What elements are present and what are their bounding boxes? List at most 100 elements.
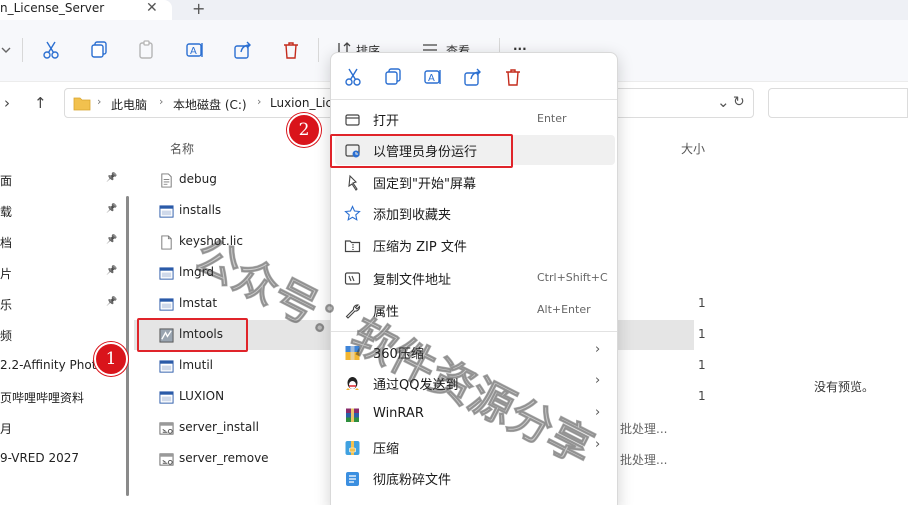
sidebar-item[interactable]: 面 [0,172,12,189]
context-menu-item[interactable]: 360压缩 › [335,337,615,367]
step-badge-1: 1 [94,342,128,376]
sidebar-item[interactable]: 载 [0,203,12,220]
blank-file-icon [161,235,172,250]
context-menu-label: 压缩 [373,442,400,457]
pin-icon[interactable]: 📌 [106,173,117,183]
context-menu-item[interactable]: 固定到"开始"屏幕 [335,167,615,197]
context-menu-item[interactable]: 压缩 › [335,432,615,462]
file-size: 1 [698,327,706,341]
file-name: installs [179,203,222,217]
compress-icon [345,441,360,455]
file-name: LUXION [179,389,225,403]
cut-icon[interactable] [41,40,61,60]
context-menu-item[interactable]: 复制文件地址 Ctrl+Shift+C [335,263,615,293]
pin-icon[interactable]: 📌 [106,204,117,214]
breadcrumb-separator: › [97,95,102,108]
context-menu-label: 打开 [373,114,400,129]
context-menu-shortcut: Alt+Enter [537,303,591,316]
share-icon[interactable] [233,40,253,60]
window-file-icon [159,298,174,311]
breadcrumb-this-pc[interactable]: 此电脑 [111,96,147,113]
sidebar-item[interactable]: 9-VRED 2027 [0,451,79,465]
context-menu-label: 属性 [373,305,400,320]
step-badge-2: 2 [287,113,321,147]
context-menu-shortcut: Ctrl+Shift+C [537,271,608,284]
column-header-size[interactable]: 大小 [681,140,705,157]
file-name: server_install [179,420,259,434]
chevron-right-icon: › [595,405,601,420]
context-menu-label: 通过QQ发送到 [373,378,459,393]
context-menu-shortcut: Enter [537,112,567,125]
context-menu-item[interactable]: 属性 Alt+Enter [335,295,615,325]
new-tab-button[interactable]: + [192,0,205,18]
copy-icon[interactable] [383,67,403,87]
file-type: 批处理... [620,453,668,467]
cut-icon[interactable] [343,67,363,87]
sidebar-item[interactable]: 乐 [0,296,12,313]
chevron-down-icon[interactable] [0,40,20,60]
menu-divider [331,99,617,100]
pin-icon[interactable]: 📌 [106,297,117,307]
context-menu-label: WinRAR [373,406,424,421]
sidebar-item[interactable]: 档 [0,234,12,251]
paste-icon[interactable] [137,40,157,60]
rename-icon[interactable]: A [185,40,205,60]
tab-active[interactable]: n_License_Server ✕ [0,0,172,20]
preview-empty-text: 没有预览。 [814,380,875,394]
pin-icon[interactable]: 📌 [106,235,117,245]
delete-icon[interactable] [281,40,301,60]
zip-folder-icon [344,240,361,253]
highlight-box-lmtools [137,318,248,352]
up-arrow-icon[interactable]: ↑ [34,94,47,112]
pin-icon[interactable]: 📌 [106,266,117,276]
sidebar-item[interactable]: 片 [0,265,12,282]
column-header-name[interactable]: 名称 [170,140,194,157]
sidebar-item[interactable]: 频 [0,327,12,344]
sidebar-item[interactable]: 页哔哩哔哩资料 [0,389,84,406]
sidebar-item[interactable]: 月 [0,420,12,437]
context-menu-item[interactable]: 彻底粉碎文件 [335,463,615,493]
360-zip-icon [345,346,360,360]
star-icon [344,205,361,221]
breadcrumb-local-disk[interactable]: 本地磁盘 (C:) [173,96,247,113]
context-menu-item[interactable]: WinRAR › [335,400,615,430]
winrar-icon [346,408,359,422]
tab-title: n_License_Server [0,1,105,15]
refresh-icon[interactable]: ↻ [733,94,745,110]
context-menu-label: 固定到"开始"屏幕 [373,177,476,192]
toolbar-divider [22,38,23,62]
context-menu-item[interactable]: 通过QQ发送到 › [335,368,615,398]
scrollbar[interactable] [126,196,129,496]
text-file-icon [161,173,172,188]
window-file-icon [159,205,174,218]
context-menu-label: 360压缩 [373,347,424,362]
context-menu-item[interactable]: 压缩为 ZIP 文件 [335,230,615,260]
context-menu-item[interactable]: 打开 Enter [335,104,615,134]
chevron-right-icon: › [595,373,601,388]
share-icon[interactable] [463,67,483,87]
context-menu-label: 复制文件地址 [373,273,452,288]
file-name: debug [179,172,217,186]
folder-icon [73,97,91,111]
context-menu-item[interactable]: 添加到收藏夹 [335,198,615,228]
copy-path-icon [344,272,361,285]
tab-close-icon[interactable]: ✕ [146,0,158,16]
back-arrow-icon[interactable]: › [4,94,10,112]
file-type: 批处理... [620,422,668,436]
dropdown-icon[interactable]: ⌄ [717,93,730,111]
context-menu-label: 彻底粉碎文件 [373,473,452,488]
navigation-pane: 面 📌 载 📌 档 📌 片 📌 乐 📌 频 2.2-Affinity Photo 2 页哔哩哔哩资料月 9… [0,126,129,505]
file-name: lmstat [179,296,218,310]
rename-icon[interactable]: A [423,67,443,87]
context-menu: A 打开 Enter 以管理员身份运行 固定到"开始"屏幕 添加到收藏夹 压缩为 ZIP … [330,52,618,505]
search-input[interactable] [768,88,908,118]
context-menu-label: 添加到收藏夹 [373,208,452,223]
menu-divider [331,331,617,332]
file-size: 1 [698,296,706,310]
copy-icon[interactable] [89,40,109,60]
delete-icon[interactable] [503,67,523,87]
window-file-icon [159,267,174,280]
window-file-icon [159,360,174,373]
file-size: 1 [698,358,706,372]
breadcrumb-separator: › [159,95,164,108]
